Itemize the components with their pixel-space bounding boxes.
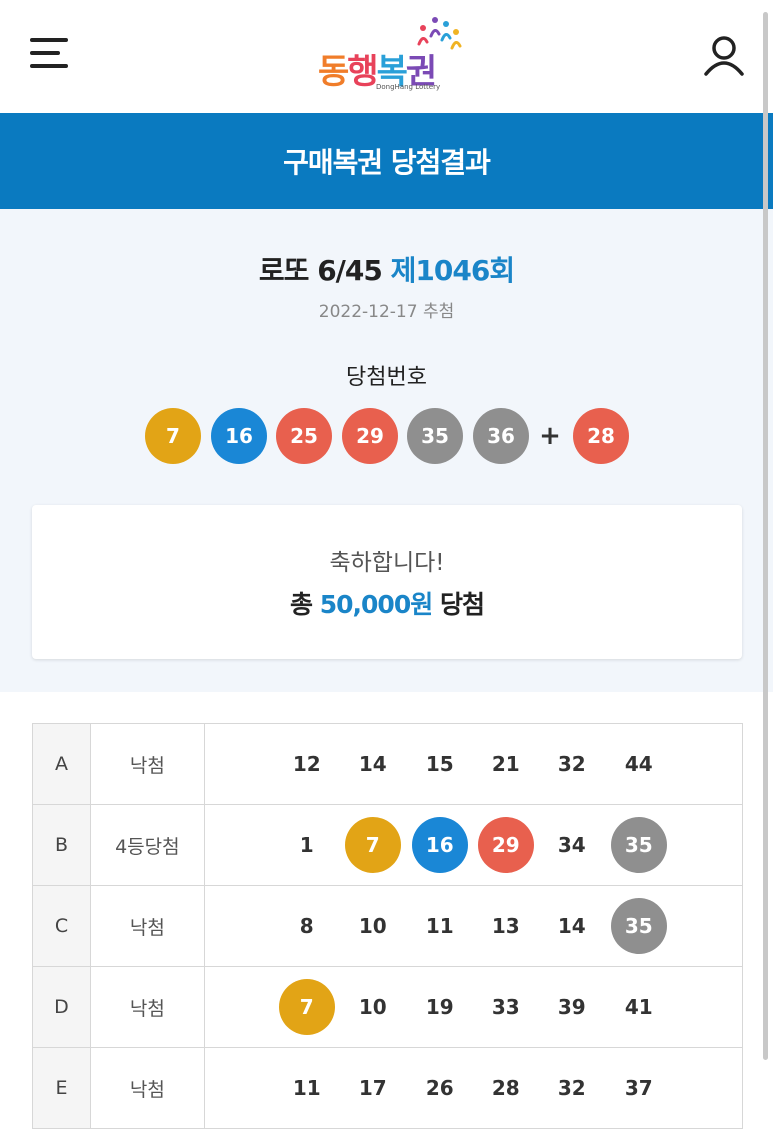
purchased-tickets-table: A 낙첨 12 14 15 21 32 44 B 4등당첨 1 7 16 29 34 35 C 낙첨 8 10 11 13… — [32, 723, 744, 1129]
scrollbar[interactable] — [763, 12, 768, 1060]
ticket-number: 10 — [358, 995, 387, 1019]
winning-numbers: + 7 16 25 29 35 36 28 — [0, 408, 773, 464]
ticket-number: 8 — [299, 914, 314, 938]
ticket-number: 32 — [557, 1076, 586, 1100]
ticket-row: B 4등당첨 1 7 16 29 34 35 — [32, 804, 744, 886]
ticket-numbers: 11 17 26 28 32 37 — [203, 1047, 744, 1129]
user-icon-svg — [704, 36, 744, 76]
draw-summary: 로또 6/45 제1046회 2022-12-17 추첨 당첨번호 + 7 16 2… — [0, 209, 773, 692]
ticket-row: A 낙첨 12 14 15 21 32 44 — [32, 723, 744, 805]
game-name: 로또 6/45 — [258, 254, 383, 287]
logo-char: 동 — [318, 52, 349, 92]
ticket-number: 37 — [624, 1076, 653, 1100]
ticket-number: 34 — [557, 833, 586, 857]
winning-number-ball: 36 — [473, 408, 529, 464]
bonus-plus-sign: + — [539, 421, 561, 451]
ticket-numbers: 8 10 11 13 14 35 — [203, 885, 744, 967]
menu-line — [30, 64, 68, 68]
total-prefix: 총 — [290, 590, 313, 619]
ticket-result: 낙첨 — [89, 1047, 205, 1129]
page-title: 구매복권 당첨결과 — [283, 146, 491, 179]
user-icon[interactable] — [700, 32, 748, 80]
menu-line — [30, 51, 60, 55]
ticket-number: 19 — [425, 995, 454, 1019]
ticket-number: 39 — [557, 995, 586, 1019]
ticket-row: C 낙첨 8 10 11 13 14 35 — [32, 885, 744, 967]
ticket-row: D 낙첨 7 10 19 33 39 41 — [32, 966, 744, 1048]
hamburger-menu-icon[interactable] — [30, 36, 70, 72]
tickets-body: A 낙첨 12 14 15 21 32 44 B 4등당첨 1 7 16 29 34 35 C 낙첨 8 10 11 13… — [32, 723, 744, 1129]
winning-number-ball: 35 — [407, 408, 463, 464]
ticket-result: 4등당첨 — [89, 804, 205, 886]
winning-number-ball: 29 — [342, 408, 398, 464]
winning-number-ball: 25 — [276, 408, 332, 464]
total-prize: 총 50,000원 당첨 — [32, 585, 742, 621]
congrats-card: 축하합니다! 총 50,000원 당첨 — [32, 505, 742, 659]
ticket-number: 17 — [358, 1076, 387, 1100]
ticket-numbers: 7 10 19 33 39 41 — [203, 966, 744, 1048]
ticket-number: 32 — [557, 752, 586, 776]
winning-numbers-label: 당첨번호 — [346, 365, 427, 390]
menu-line — [30, 38, 68, 42]
ticket-result: 낙첨 — [89, 723, 205, 805]
matched-number-ball: 7 — [344, 817, 401, 873]
ticket-numbers: 1 7 16 29 34 35 — [203, 804, 744, 886]
ticket-number: 10 — [358, 914, 387, 938]
ticket-number: 21 — [491, 752, 520, 776]
ticket-game-label: A — [32, 723, 91, 805]
ticket-number: 14 — [557, 914, 586, 938]
winning-number-ball: 7 — [145, 408, 201, 464]
ticket-number: 11 — [425, 914, 454, 938]
ticket-number: 12 — [292, 752, 321, 776]
ticket-number: 44 — [624, 752, 653, 776]
logo-subtitle: DongHang Lottery — [376, 83, 441, 91]
ticket-number: 14 — [358, 752, 387, 776]
total-suffix: 당첨 — [439, 590, 485, 619]
matched-number-ball: 29 — [477, 817, 534, 873]
app-header: 동행복권 DongHang Lottery — [0, 0, 773, 113]
winning-number-ball: 16 — [211, 408, 267, 464]
ticket-number: 33 — [491, 995, 520, 1019]
ticket-row: E 낙첨 11 17 26 28 32 37 — [32, 1047, 744, 1129]
page-title-banner: 구매복권 당첨결과 — [0, 113, 773, 209]
ticket-number: 28 — [491, 1076, 520, 1100]
ticket-number: 13 — [491, 914, 520, 938]
matched-number-ball: 35 — [610, 898, 667, 954]
draw-title: 로또 6/45 제1046회 — [0, 249, 773, 289]
bonus-number-ball: 28 — [573, 408, 629, 464]
ticket-game-label: B — [32, 804, 91, 886]
matched-number-ball: 16 — [411, 817, 468, 873]
ticket-result: 낙첨 — [89, 966, 205, 1048]
matched-number-ball: 7 — [278, 979, 335, 1035]
ticket-number: 41 — [624, 995, 653, 1019]
ticket-result: 낙첨 — [89, 885, 205, 967]
ticket-number: 15 — [425, 752, 454, 776]
congrats-message: 축하합니다! — [329, 550, 445, 576]
logo-char: 행 — [347, 52, 378, 92]
draw-date: 2022-12-17 추첨 — [318, 302, 455, 322]
matched-number-ball: 35 — [610, 817, 667, 873]
ticket-game-label: D — [32, 966, 91, 1048]
ticket-numbers: 12 14 15 21 32 44 — [203, 723, 744, 805]
prize-amount: 50,000원 — [319, 590, 433, 619]
ticket-game-label: E — [32, 1047, 91, 1129]
ticket-number: 11 — [292, 1076, 321, 1100]
donghang-lottery-logo[interactable]: 동행복권 DongHang Lottery — [318, 14, 463, 94]
ticket-number: 1 — [299, 833, 314, 857]
draw-round: 제1046회 — [390, 254, 515, 287]
ticket-game-label: C — [32, 885, 91, 967]
ticket-number: 26 — [425, 1076, 454, 1100]
